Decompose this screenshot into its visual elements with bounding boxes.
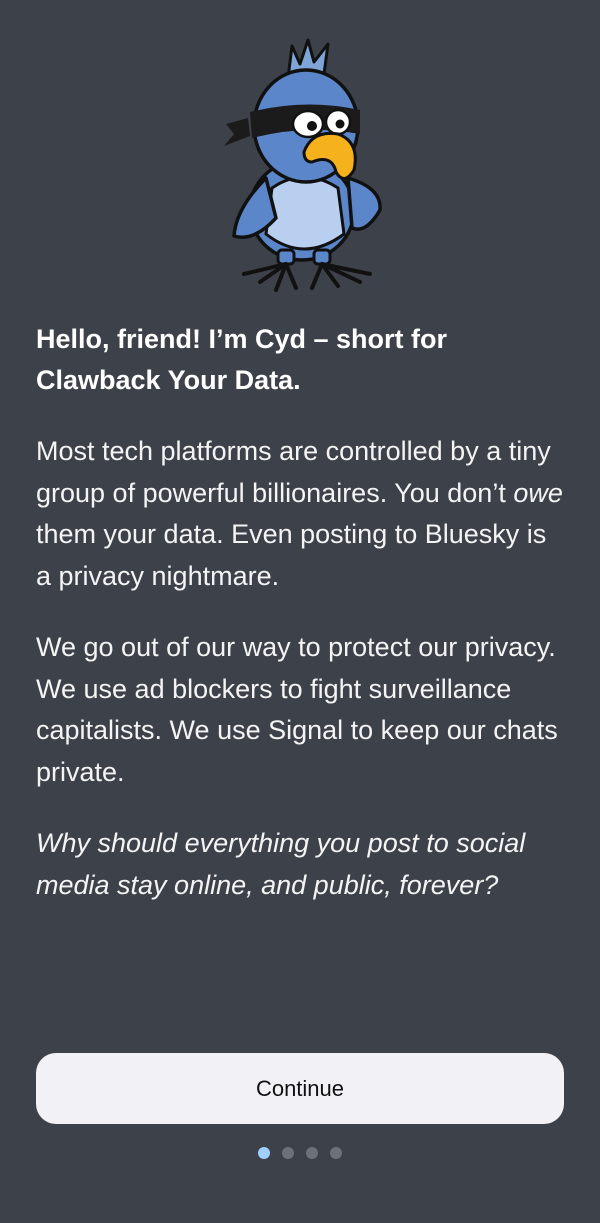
page-dot-3[interactable] [306,1147,318,1159]
paragraph-text: Most tech platforms are controlled by a … [36,436,551,508]
emphasis-text: owe [513,477,563,508]
intro-paragraph-platforms: Most tech platforms are controlled by a … [36,431,566,597]
continue-button[interactable]: Continue [36,1053,564,1124]
paragraph-text: them your data. Even posting to Bluesky … [36,519,547,591]
intro-headline: Hello, friend! I’m Cyd – short for Clawb… [36,324,448,395]
page-indicator [0,1147,600,1161]
page-dot-2[interactable] [282,1147,294,1159]
intro-paragraph-question: Why should everything you post to social… [36,828,526,900]
intro-paragraph-privacy: We go out of our way to protect our priv… [36,632,558,787]
cyd-bird-mascot-icon [224,38,382,292]
onboarding-screen: Hello, friend! I’m Cyd – short for Clawb… [0,0,600,1223]
page-dot-4[interactable] [330,1147,342,1159]
page-dot-1[interactable] [258,1147,270,1159]
intro-content: Hello, friend! I’m Cyd – short for Clawb… [36,319,566,936]
